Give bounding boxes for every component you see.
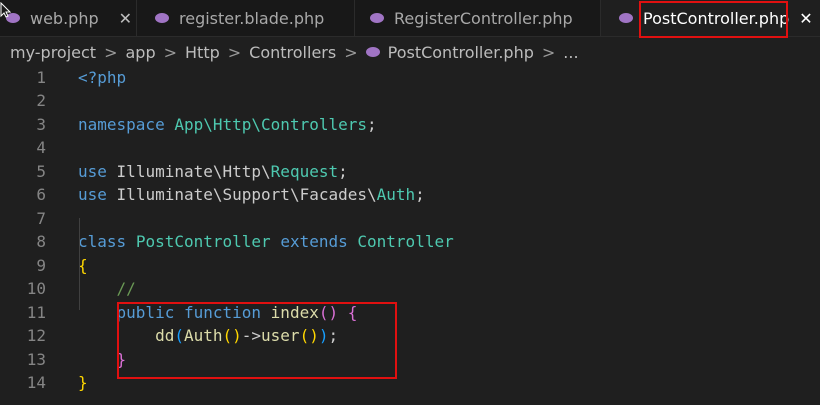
code-line: 10 // [0, 277, 820, 300]
line-number: 12 [26, 326, 46, 345]
breadcrumb-item[interactable]: app [125, 43, 155, 62]
namespace-name: App\Http\Controllers [174, 115, 367, 134]
keyword: use [78, 185, 107, 204]
line-number: 2 [36, 91, 46, 110]
line-number: 8 [36, 232, 46, 251]
line-number: 6 [36, 185, 46, 204]
line-number: 9 [36, 256, 46, 275]
highlight-box-tab [639, 1, 788, 38]
breadcrumb-item-symbols[interactable]: ... [563, 43, 578, 62]
breadcrumb-separator: > [163, 42, 178, 62]
tab-label: register.blade.php [179, 8, 325, 28]
php-open-tag: <?php [78, 68, 127, 87]
tab-web-php[interactable]: web.php ✕ [0, 0, 137, 36]
close-icon[interactable]: ✕ [799, 9, 812, 28]
code-line: 1 <?php [0, 66, 820, 89]
code-line: 4 [0, 136, 820, 159]
php-elephant-icon [619, 13, 633, 23]
bracket: } [78, 373, 88, 392]
code-line: 2 [0, 89, 820, 112]
line-number: 5 [36, 162, 46, 181]
keyword: namespace [78, 115, 165, 134]
class-name: Request [270, 162, 339, 181]
class-name: Controller [357, 232, 454, 251]
tab-register-blade-php[interactable]: register.blade.php [137, 0, 355, 36]
php-elephant-icon [365, 47, 380, 57]
breadcrumb-item[interactable]: Http [185, 43, 220, 62]
code-line: 7 [0, 207, 820, 230]
code-line: 3 namespace App\Http\Controllers; [0, 113, 820, 136]
class-name: Auth [376, 185, 416, 204]
breadcrumb-item[interactable]: my-project [10, 43, 96, 62]
namespace-path: Illuminate\Support\Facades\ [116, 185, 377, 204]
mouse-cursor-icon [0, 2, 11, 18]
tab-label: web.php [30, 8, 99, 28]
breadcrumb-item-file[interactable]: PostController.php [388, 43, 534, 62]
breadcrumb-separator: > [541, 42, 556, 62]
namespace-path: Illuminate\Http\ [116, 162, 271, 181]
line-number: 7 [36, 209, 46, 228]
php-elephant-icon [370, 13, 384, 23]
punctuation: ; [338, 162, 348, 181]
tab-label: RegisterController.php [394, 8, 573, 28]
breadcrumb-separator: > [344, 42, 358, 62]
breadcrumb: my-project > app > Http > Controllers > … [0, 38, 820, 66]
code-line: 5 use Illuminate\Http\Request; [0, 160, 820, 183]
line-number: 13 [26, 350, 46, 369]
keyword: class [78, 232, 127, 251]
highlight-box-code [117, 302, 397, 379]
comment: // [116, 279, 136, 298]
punctuation: ; [367, 115, 377, 134]
code-line: 9 { [0, 254, 820, 277]
line-number: 3 [36, 115, 46, 134]
php-elephant-icon [155, 13, 169, 23]
breadcrumb-separator: > [104, 42, 118, 62]
breadcrumb-item[interactable]: Controllers [249, 43, 336, 62]
tab-register-controller-php[interactable]: RegisterController.php [355, 0, 601, 36]
line-number: 10 [26, 279, 46, 298]
punctuation: ; [415, 185, 425, 204]
class-name: PostController [135, 232, 271, 251]
keyword: use [78, 162, 107, 181]
line-number: 14 [26, 373, 46, 392]
indent-guide [79, 218, 80, 310]
code-line: 6 use Illuminate\Support\Facades\Auth; [0, 183, 820, 206]
keyword: extends [280, 232, 348, 251]
line-number: 4 [36, 138, 46, 157]
breadcrumb-separator: > [227, 42, 242, 62]
line-number: 1 [36, 68, 46, 87]
line-number: 11 [26, 303, 46, 322]
code-line: 8 class PostController extends Controlle… [0, 230, 820, 253]
close-icon[interactable]: ✕ [119, 9, 132, 28]
